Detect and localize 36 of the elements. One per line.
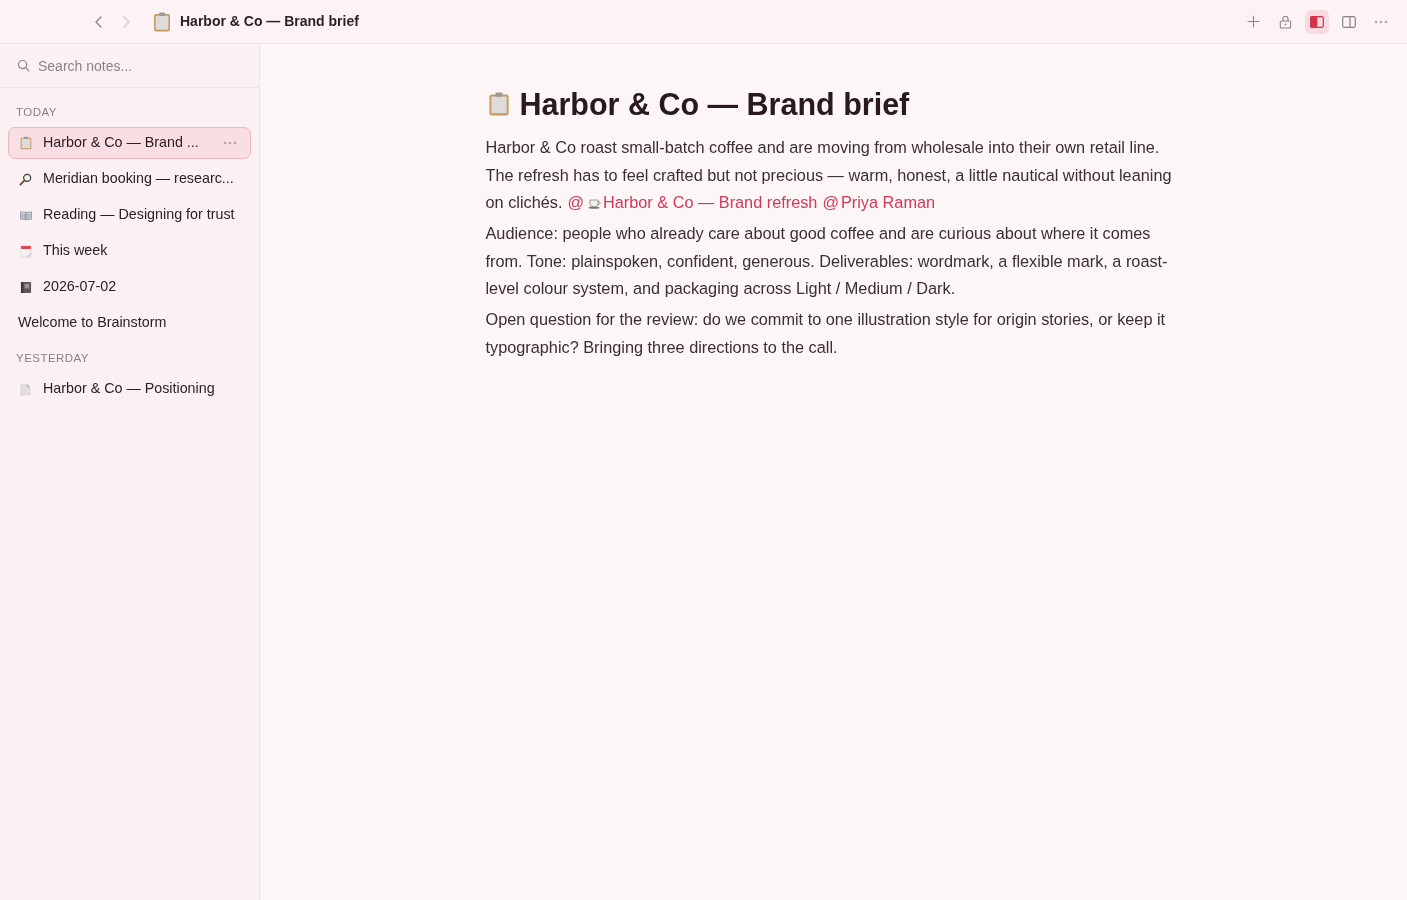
- calendar-icon: [19, 244, 32, 258]
- lock-icon: [1278, 14, 1292, 29]
- sidebar-icon: [1310, 15, 1324, 28]
- body-paragraph: Audience: people who already care about good coffee and are curious about where it comes from. Tone: plainspoken, confident, generous. Deliverables: wordmark, a flexible mark, a roast-level colour system, and packaging across Light / Medium / Dark.: [485, 223, 1169, 299]
- clipboard-icon: [153, 11, 171, 32]
- document-icon: [20, 382, 31, 396]
- magnifier-icon: [19, 172, 32, 186]
- chevron-right-icon: [122, 15, 130, 28]
- sidebar-item[interactable]: Reading — Designing for trust: [8, 199, 251, 231]
- search-icon: [17, 59, 30, 72]
- open-book-icon: [18, 209, 33, 221]
- sidebar-toggle-button[interactable]: [1305, 9, 1329, 34]
- section-heading: TODAY: [16, 105, 57, 121]
- more-dots-icon: [1374, 19, 1388, 24]
- clipboard-icon: [487, 92, 510, 116]
- person-mention-link[interactable]: @Priya Raman: [822, 189, 936, 217]
- window-title: Harbor & Co — Brand brief: [180, 12, 359, 31]
- page-mention-link[interactable]: @ Harbor & Co — Brand refresh: [567, 189, 818, 217]
- more-dots-icon: [223, 141, 237, 145]
- sidebar-item[interactable]: Harbor & Co — Positioning: [8, 373, 251, 405]
- search-field[interactable]: Search notes...: [38, 51, 247, 80]
- sidebar-item[interactable]: This week: [8, 235, 251, 267]
- coffee-cup-icon: [587, 196, 602, 209]
- sidebar-item[interactable]: Meridian booking — researc...: [8, 163, 251, 195]
- plus-icon: [1246, 15, 1260, 28]
- clipboard-icon: [19, 136, 32, 150]
- section-heading: YESTERDAY: [16, 351, 89, 367]
- notebook-icon: [19, 280, 32, 294]
- split-panel-icon: [1342, 15, 1356, 28]
- sidebar-item[interactable]: 2026-07-02: [8, 271, 251, 303]
- sidebar-item[interactable]: Welcome to Brainstorm: [8, 307, 251, 339]
- chevron-left-icon: [94, 15, 102, 28]
- sidebar-item[interactable]: Harbor & Co — Brand ...: [8, 127, 251, 159]
- note-title: Harbor & Co — Brand brief: [519, 86, 910, 123]
- body-paragraph: Harbor & Co roast small-batch coffee and are moving from wholesale into their own retail line. The refresh has to feel crafted but not precious — warm, honest, a little nautical without leaning on clichés. @ Harbor & Co — Brand refresh @Priya Raman: [485, 134, 1182, 217]
- body-paragraph: Open question for the review: do we commit to one illustration style for origin stories, or keep it typographic? Bringing three directions to the call.: [485, 309, 1167, 358]
